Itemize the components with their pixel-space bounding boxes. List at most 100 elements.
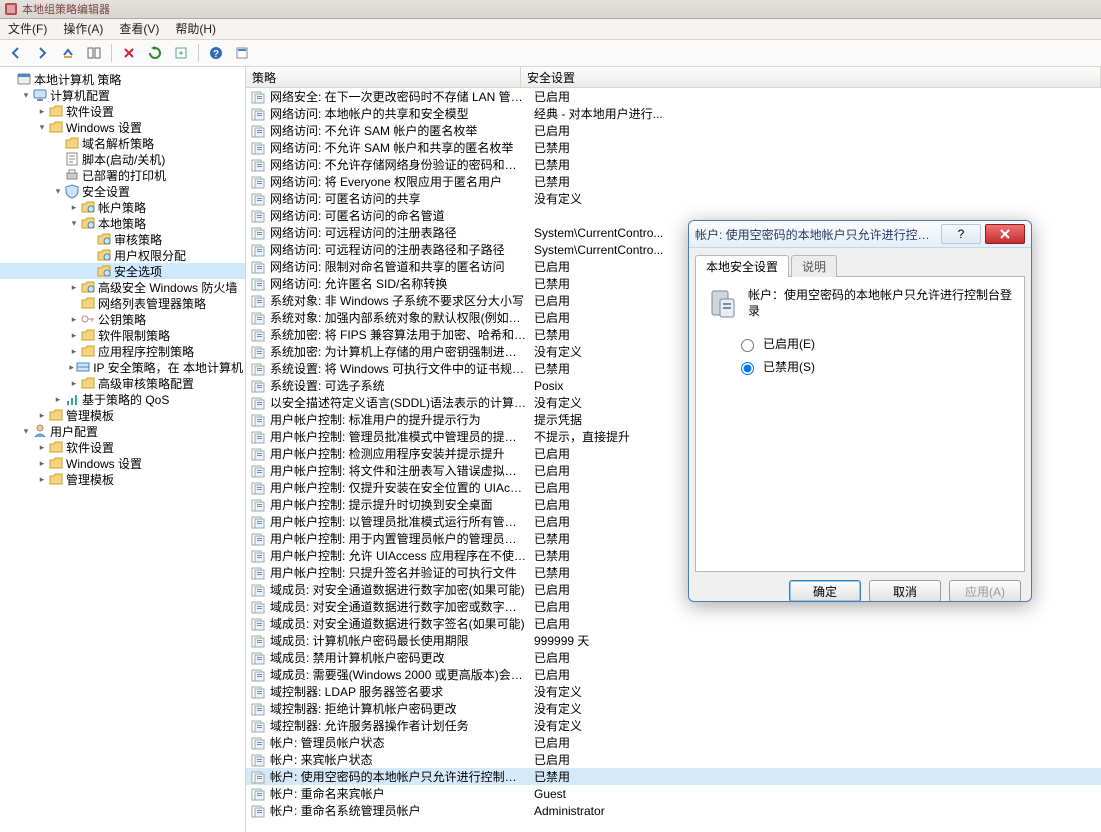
policy-row[interactable]: 域成员: 对安全通道数据进行数字签名(如果可能)已启用 [246,615,1101,632]
help-button[interactable]: ? [204,41,228,65]
tree-twisty-icon[interactable]: ▸ [36,441,48,453]
nav-tree[interactable]: 本地计算机 策略▾计算机配置▸软件设置▾Windows 设置域名解析策略脚本(启… [0,67,246,832]
tree-node[interactable]: ▾安全设置 [0,183,245,199]
tree-twisty-icon[interactable]: ▸ [36,105,48,117]
policy-row[interactable]: 网络访问: 将 Everyone 权限应用于匿名用户已禁用 [246,173,1101,190]
tree-twisty-icon[interactable]: ▸ [36,409,48,421]
cancel-button[interactable]: 取消 [869,580,941,602]
tree-node[interactable]: ▾Windows 设置 [0,119,245,135]
tree-twisty-icon[interactable] [52,153,64,165]
menu-view[interactable]: 查看(V) [111,19,167,39]
policy-row[interactable]: 域成员: 禁用计算机帐户密码更改已启用 [246,649,1101,666]
tree-node[interactable]: ▸Windows 设置 [0,455,245,471]
tree-twisty-icon[interactable] [68,297,80,309]
tree-twisty-icon[interactable]: ▸ [68,329,80,341]
tree-node[interactable]: 安全选项 [0,263,245,279]
show-hide-tree-button[interactable] [82,41,106,65]
tree-node[interactable]: ▸基于策略的 QoS [0,391,245,407]
ok-button[interactable]: 确定 [789,580,861,602]
radio-disabled[interactable]: 已禁用(S) [736,358,1014,375]
column-headers[interactable]: 策略 安全设置 [246,67,1101,88]
apply-button[interactable]: 应用(A) [949,580,1021,602]
tab-explain[interactable]: 说明 [791,255,837,277]
tree-twisty-icon[interactable]: ▸ [36,473,48,485]
tree-node[interactable]: ▸高级安全 Windows 防火墙 [0,279,245,295]
dialog-close-button[interactable] [985,224,1025,244]
policy-row[interactable]: 帐户: 来宾帐户状态已启用 [246,751,1101,768]
policy-row[interactable]: 网络访问: 本地帐户的共享和安全模型经典 - 对本地用户进行... [246,105,1101,122]
policy-row[interactable]: 网络安全: 在下一次更改密码时不存储 LAN 管理器哈希值已启用 [246,88,1101,105]
up-button[interactable] [56,41,80,65]
tree-node[interactable]: ▾计算机配置 [0,87,245,103]
tree-node[interactable]: ▸IP 安全策略，在 本地计算机 [0,359,245,375]
tree-twisty-icon[interactable] [52,169,64,181]
policy-row[interactable]: 网络访问: 不允许 SAM 帐户的匿名枚举已启用 [246,122,1101,139]
tree-node[interactable]: ▸高级审核策略配置 [0,375,245,391]
menu-help[interactable]: 帮助(H) [167,19,224,39]
tree-node[interactable]: ▸应用程序控制策略 [0,343,245,359]
tree-node[interactable]: ▸管理模板 [0,407,245,423]
tree-twisty-icon[interactable]: ▾ [20,425,32,437]
tree-node[interactable]: 脚本(启动/关机) [0,151,245,167]
radio-enabled-input[interactable] [741,339,754,352]
dialog-help-button[interactable]: ? [941,224,981,244]
tree-node[interactable]: 网络列表管理器策略 [0,295,245,311]
policy-row[interactable]: 域控制器: 拒绝计算机帐户密码更改没有定义 [246,700,1101,717]
delete-button[interactable] [117,41,141,65]
column-policy[interactable]: 策略 [246,67,521,87]
tree-node[interactable]: ▸管理模板 [0,471,245,487]
policy-row[interactable]: 帐户: 使用空密码的本地帐户只允许进行控制台登录已禁用 [246,768,1101,785]
tree-node[interactable]: 审核策略 [0,231,245,247]
policy-row[interactable]: 网络访问: 不允许存储网络身份验证的密码和凭据已禁用 [246,156,1101,173]
export-button[interactable] [169,41,193,65]
column-setting[interactable]: 安全设置 [521,67,1101,87]
policy-row[interactable]: 帐户: 管理员帐户状态已启用 [246,734,1101,751]
tree-node[interactable]: ▸公钥策略 [0,311,245,327]
dialog-titlebar[interactable]: 帐户: 使用空密码的本地帐户只允许进行控制台登录 属性 ? [689,221,1031,248]
policy-row[interactable]: 域成员: 计算机帐户密码最长使用期限999999 天 [246,632,1101,649]
tree-twisty-icon[interactable]: ▸ [68,361,75,373]
tree-twisty-icon[interactable]: ▾ [68,217,80,229]
menu-file[interactable]: 文件(F) [0,19,55,39]
tree-node[interactable]: ▸软件设置 [0,103,245,119]
tab-local-security[interactable]: 本地安全设置 [695,255,789,277]
tree-twisty-icon[interactable]: ▸ [68,377,80,389]
tree-twisty-icon[interactable]: ▾ [20,89,32,101]
policy-row[interactable]: 域成员: 需要强(Windows 2000 或更高版本)会话密钥已启用 [246,666,1101,683]
tree-node[interactable]: ▸软件设置 [0,439,245,455]
tree-twisty-icon[interactable] [84,249,96,261]
policy-row[interactable]: 网络访问: 可匿名访问的共享没有定义 [246,190,1101,207]
tree-node[interactable]: ▾本地策略 [0,215,245,231]
tree-twisty-icon[interactable]: ▸ [36,457,48,469]
forward-button[interactable] [30,41,54,65]
refresh-button[interactable] [143,41,167,65]
tree-twisty-icon[interactable]: ▾ [36,121,48,133]
tree-twisty-icon[interactable] [52,137,64,149]
properties-button[interactable] [230,41,254,65]
policy-row[interactable]: 网络访问: 不允许 SAM 帐户和共享的匿名枚举已禁用 [246,139,1101,156]
tree-node[interactable]: 域名解析策略 [0,135,245,151]
tree-twisty-icon[interactable]: ▸ [52,393,64,405]
tree-node[interactable]: 已部署的打印机 [0,167,245,183]
tree-twisty-icon[interactable]: ▸ [68,281,80,293]
radio-enabled[interactable]: 已启用(E) [736,335,1014,352]
tree-node[interactable]: 本地计算机 策略 [0,71,245,87]
policy-row[interactable]: 帐户: 重命名来宾帐户Guest [246,785,1101,802]
tree-node[interactable]: 用户权限分配 [0,247,245,263]
policy-row[interactable]: 域控制器: LDAP 服务器签名要求没有定义 [246,683,1101,700]
tree-node[interactable]: ▸软件限制策略 [0,327,245,343]
tree-twisty-icon[interactable] [84,265,96,277]
policy-row[interactable]: 域控制器: 允许服务器操作者计划任务没有定义 [246,717,1101,734]
tree-twisty-icon[interactable]: ▾ [52,185,64,197]
tree-node[interactable]: ▸帐户策略 [0,199,245,215]
tree-twisty-icon[interactable]: ▸ [68,201,80,213]
tree-twisty-icon[interactable] [84,233,96,245]
tree-node[interactable]: ▾用户配置 [0,423,245,439]
tree-twisty-icon[interactable]: ▸ [68,313,80,325]
menu-action[interactable]: 操作(A) [55,19,111,39]
radio-disabled-input[interactable] [741,362,754,375]
tree-twisty-icon[interactable]: ▸ [68,345,80,357]
back-button[interactable] [4,41,28,65]
policy-row[interactable]: 帐户: 重命名系统管理员帐户Administrator [246,802,1101,819]
tree-twisty-icon[interactable] [4,73,16,85]
